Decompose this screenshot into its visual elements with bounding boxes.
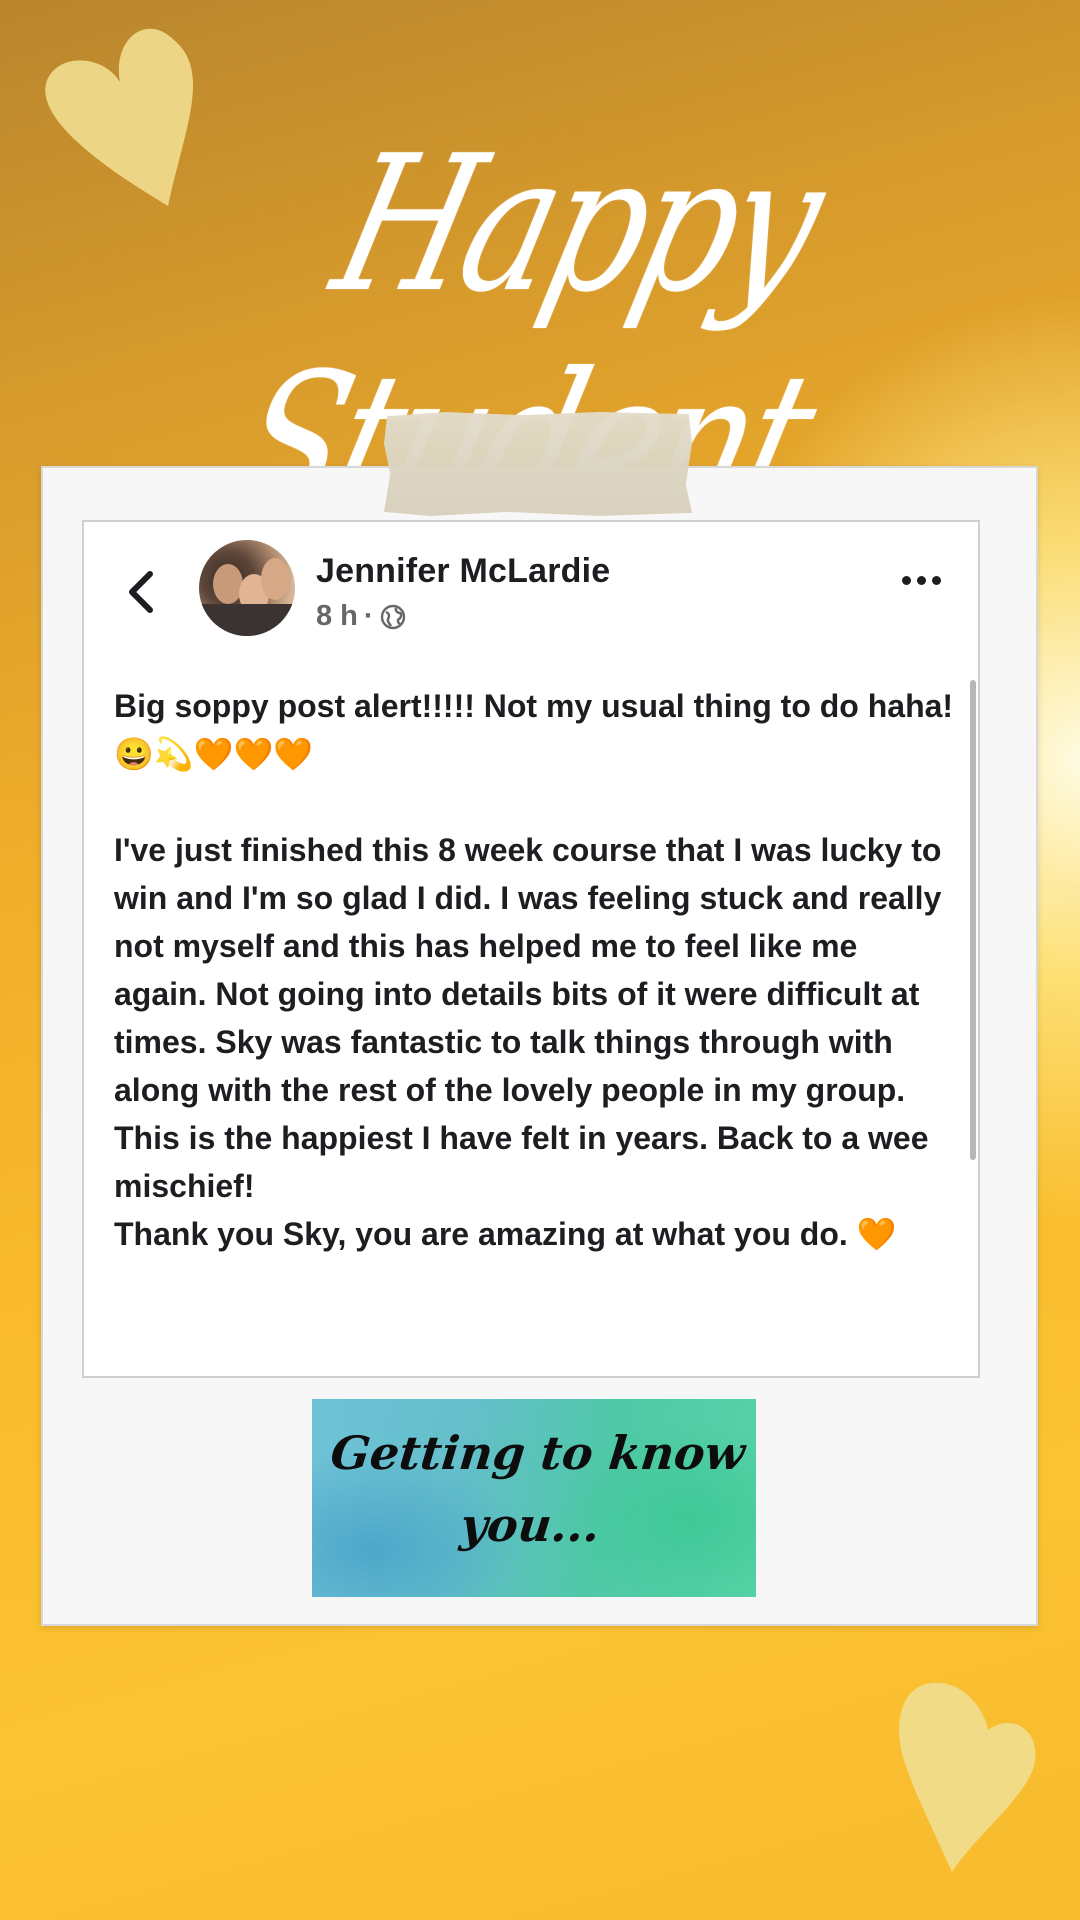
banner-text: Getting to know you... <box>312 1417 756 1561</box>
post-body: Big soppy post alert!!!!! Not my usual t… <box>114 688 954 1252</box>
more-dots-icon <box>902 575 911 585</box>
meta-separator: · <box>363 600 374 632</box>
getting-to-know-you-banner: Getting to know you... <box>312 1399 756 1597</box>
back-button[interactable] <box>124 570 168 614</box>
post-author[interactable]: Jennifer McLardie <box>316 552 610 591</box>
more-options-button[interactable] <box>902 570 946 590</box>
heart-icon <box>899 1682 1036 1872</box>
post-time[interactable]: 8 h <box>316 600 358 633</box>
banner-line-1: Getting to know <box>328 1426 748 1480</box>
avatar[interactable] <box>199 540 295 636</box>
post-meta: 8 h · <box>316 600 406 633</box>
more-dot <box>932 575 941 585</box>
chevron-left-icon <box>129 571 153 613</box>
globe-icon <box>380 604 405 629</box>
page-title: Happy Student <box>140 117 960 552</box>
banner-line-2: you... <box>457 1498 603 1552</box>
masking-tape <box>384 412 692 516</box>
facebook-post: Jennifer McLardie 8 h · Big soppy post a… <box>82 520 980 1378</box>
more-dot <box>917 575 926 585</box>
scrollbar[interactable] <box>970 680 976 1160</box>
